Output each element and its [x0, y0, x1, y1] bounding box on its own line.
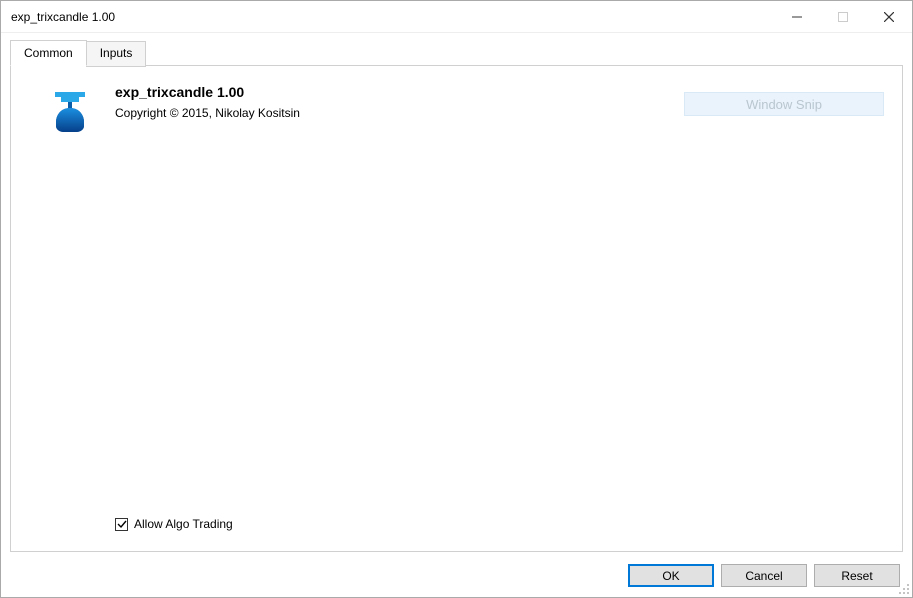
expert-icon	[49, 86, 91, 128]
allow-algo-label: Allow Algo Trading	[134, 517, 233, 531]
titlebar: exp_trixcandle 1.00	[1, 1, 912, 33]
maximize-button[interactable]	[820, 1, 866, 32]
tab-common[interactable]: Common	[10, 40, 87, 66]
window-snip-overlay: Window Snip	[684, 92, 884, 116]
close-button[interactable]	[866, 1, 912, 32]
cancel-button[interactable]: Cancel	[721, 564, 807, 587]
window-title: exp_trixcandle 1.00	[11, 10, 774, 24]
resize-grip-icon[interactable]	[898, 583, 910, 595]
tab-inputs[interactable]: Inputs	[86, 41, 147, 67]
window-controls	[774, 1, 912, 32]
ok-button[interactable]: OK	[628, 564, 714, 587]
tab-bar: Common Inputs	[10, 40, 903, 66]
content-area: Common Inputs ex	[10, 40, 903, 552]
dialog-buttons: OK Cancel Reset	[628, 564, 900, 587]
allow-algo-checkbox[interactable]	[115, 518, 128, 531]
minimize-button[interactable]	[774, 1, 820, 32]
allow-algo-row[interactable]: Allow Algo Trading	[115, 517, 233, 531]
tab-panel-common: exp_trixcandle 1.00 Copyright © 2015, Ni…	[10, 65, 903, 552]
reset-button[interactable]: Reset	[814, 564, 900, 587]
